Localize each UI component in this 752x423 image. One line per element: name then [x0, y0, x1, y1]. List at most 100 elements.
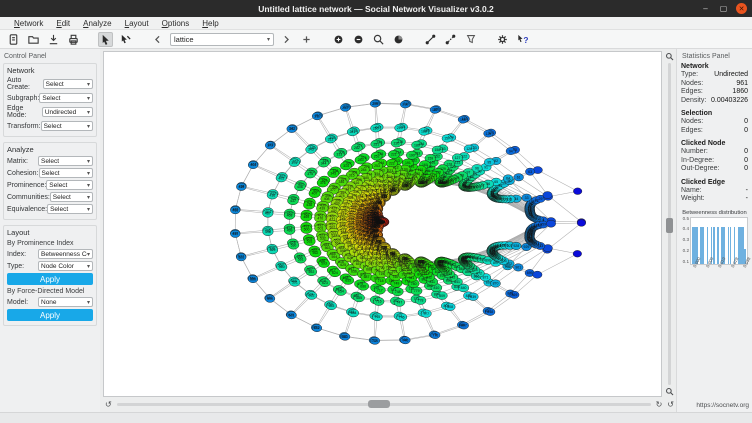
graph-node[interactable] — [577, 220, 586, 227]
zoom-out-icon[interactable] — [665, 387, 674, 396]
force-apply-button[interactable]: Apply — [7, 309, 93, 321]
chevron-down-icon: ▾ — [267, 36, 270, 43]
add-node-button[interactable] — [331, 32, 346, 47]
menu-edit[interactable]: Edit — [56, 19, 70, 28]
svg-text:657: 657 — [356, 262, 362, 266]
zoom-slider-handle[interactable] — [666, 218, 673, 233]
socnetv-link[interactable]: https://socnetv.org — [696, 402, 749, 409]
save-network-button[interactable] — [46, 32, 61, 47]
zoom-in-icon[interactable] — [665, 52, 674, 61]
zoom-slider[interactable] — [668, 63, 671, 385]
index-row: Index: Betweenness Cen▾ — [7, 249, 93, 259]
svg-text:808: 808 — [447, 305, 453, 309]
next-relation-button[interactable] — [279, 32, 294, 47]
graph-node[interactable] — [573, 250, 582, 257]
equivalence-row: Equivalence: Select▾ — [7, 204, 93, 214]
edge-mode-select[interactable]: Undirected▾ — [42, 107, 93, 117]
remove-node-button[interactable] — [351, 32, 366, 47]
communities-select[interactable]: Select▾ — [50, 192, 93, 202]
menu-analyze[interactable]: Analyze — [83, 19, 111, 28]
svg-text:?: ? — [523, 35, 528, 45]
graph-node[interactable] — [546, 220, 555, 227]
settings-button[interactable] — [495, 32, 510, 47]
svg-text:93: 93 — [513, 148, 517, 152]
whats-this-button[interactable]: ? — [515, 32, 530, 47]
network-graph[interactable]: 3456789101112131415161718192021222324252… — [104, 52, 661, 396]
analyze-group: Analyze Matrix: Select▾ Cohesion: Select… — [3, 142, 97, 220]
model-select[interactable]: None▾ — [38, 297, 93, 307]
graph-node[interactable] — [573, 188, 582, 195]
svg-text:809: 809 — [439, 294, 445, 298]
rotate-right-icon[interactable]: ↻ — [656, 401, 663, 409]
menu-network[interactable]: Network — [14, 19, 43, 28]
svg-text:219: 219 — [397, 126, 403, 130]
rotate-left-icon[interactable]: ↺ — [105, 401, 112, 409]
equivalence-select[interactable]: Select▾ — [47, 204, 93, 214]
node-properties-button[interactable] — [391, 32, 406, 47]
svg-text:807: 807 — [461, 324, 467, 328]
transform-select[interactable]: Select▾ — [41, 121, 93, 131]
svg-text:65: 65 — [494, 180, 498, 184]
svg-text:98: 98 — [460, 174, 464, 178]
svg-text:716: 716 — [376, 300, 382, 304]
prominence-apply-button[interactable]: Apply — [7, 273, 93, 285]
open-network-button[interactable] — [26, 32, 41, 47]
svg-text:468: 468 — [287, 214, 293, 218]
svg-text:342: 342 — [289, 127, 295, 131]
svg-text:153: 153 — [440, 147, 446, 151]
relation-combobox[interactable]: lattice ▾ — [170, 33, 274, 46]
close-button[interactable]: ✕ — [736, 3, 747, 14]
matrix-select[interactable]: Select▾ — [38, 156, 93, 166]
svg-text:625: 625 — [340, 263, 346, 267]
edit-mode-button[interactable] — [118, 32, 133, 47]
prominence-select[interactable]: Select▾ — [46, 180, 93, 190]
auto-create-select[interactable]: Select▾ — [43, 79, 93, 89]
filter-edges-button[interactable] — [463, 32, 478, 47]
svg-text:652: 652 — [314, 326, 320, 330]
zoom-slider-strip — [662, 51, 676, 397]
type-select[interactable]: Node Color▾ — [38, 261, 93, 271]
menu-options[interactable]: Options — [162, 19, 190, 28]
svg-text:529: 529 — [270, 248, 276, 252]
menu-help[interactable]: Help — [202, 19, 218, 28]
stats-selection-section: Selection Nodes:0 Edges:0 — [681, 110, 748, 135]
chevron-down-icon: ▾ — [87, 95, 90, 102]
new-network-button[interactable] — [6, 32, 21, 47]
svg-text:928: 928 — [513, 244, 519, 248]
svg-text:622: 622 — [309, 294, 315, 298]
rotation-slider[interactable] — [117, 403, 651, 406]
svg-text:97: 97 — [467, 171, 471, 175]
clicked-node-outdegree-row: Out-Degree:0 — [681, 165, 748, 174]
svg-text:346: 346 — [339, 180, 345, 184]
svg-text:751: 751 — [392, 269, 398, 273]
svg-text:66: 66 — [486, 182, 490, 186]
communities-label: Communities: — [7, 194, 50, 201]
maximize-button[interactable]: ▢ — [718, 3, 729, 14]
print-network-button[interactable] — [66, 32, 81, 47]
subgraph-select[interactable]: Select▾ — [39, 93, 93, 103]
reset-view-icon[interactable]: ↺ — [667, 401, 674, 409]
find-node-button[interactable] — [371, 32, 386, 47]
cohesion-select[interactable]: Select▾ — [39, 168, 93, 178]
rotation-slider-handle[interactable] — [368, 400, 390, 408]
svg-text:157: 157 — [444, 137, 450, 141]
svg-text:343: 343 — [308, 148, 314, 152]
graph-node[interactable] — [533, 271, 542, 278]
minimize-button[interactable]: – — [700, 3, 711, 14]
select-mode-button[interactable] — [98, 32, 113, 47]
svg-text:96: 96 — [475, 167, 479, 171]
index-select[interactable]: Betweenness Cen▾ — [38, 249, 93, 259]
add-edge-button[interactable] — [423, 32, 438, 47]
remove-edge-button[interactable] — [443, 32, 458, 47]
graph-canvas[interactable]: 3456789101112131415161718192021222324252… — [103, 51, 662, 397]
menu-layout[interactable]: Layout — [125, 19, 149, 28]
svg-text:127: 127 — [455, 156, 461, 160]
prominence-label: Prominence: — [7, 182, 46, 189]
add-relation-button[interactable] — [299, 32, 314, 47]
svg-text:122: 122 — [461, 155, 467, 159]
previous-relation-button[interactable] — [150, 32, 165, 47]
svg-text:439: 439 — [319, 207, 325, 211]
graph-node[interactable] — [543, 192, 552, 199]
svg-text:251: 251 — [373, 142, 379, 146]
network-group: Network Auto Create: Select▾ Subgraph: S… — [3, 63, 97, 137]
